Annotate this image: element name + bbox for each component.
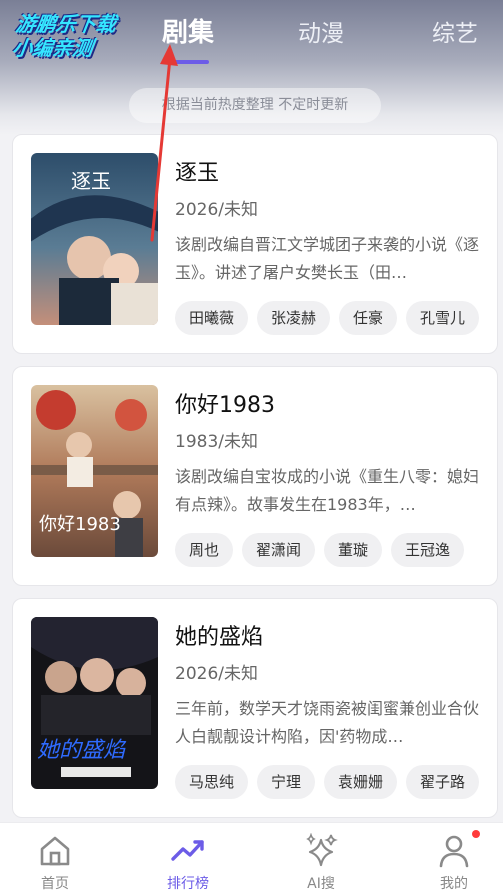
list-item[interactable]: 你好1983 你好1983 1983/未知 该剧改编自宝妆成的小说《重生八零：媳… [12, 366, 498, 586]
poster-image: 你好1983 [31, 385, 158, 557]
cast-chip[interactable]: 任豪 [339, 301, 398, 335]
cast-chip[interactable]: 周也 [175, 533, 234, 567]
cast-chip[interactable]: 张凌赫 [257, 301, 331, 335]
person-icon [439, 835, 469, 868]
list-item[interactable]: 她的盛焰 她的盛焰 2026/未知 三年前，数学天才饶雨瓷被闺蜜兼创业合伙人白靓… [12, 598, 498, 818]
cast-chip[interactable]: 孔雪儿 [406, 301, 480, 335]
item-year: 2026/未知 [175, 664, 258, 684]
tab-series[interactable]: 剧集 [162, 12, 214, 49]
cast-list: 马思纯 宁理 袁姗姗 翟子路 [175, 765, 497, 801]
tab-variety[interactable]: 综艺 [432, 14, 478, 48]
sparkle-icon [306, 833, 338, 867]
ranking-notice: 根据当前热度整理 不定时更新 [129, 88, 381, 123]
item-description: 该剧改编自晋江文学城团子来袭的小说《逐玉》。讲述了屠户女樊长玉（田… [175, 235, 480, 282]
home-icon [40, 836, 70, 866]
nav-home[interactable]: 首页 [15, 823, 95, 896]
category-tabs: 剧集 动漫 综艺 [0, 14, 503, 54]
nav-ai-search[interactable]: AI搜 [281, 823, 361, 896]
notification-dot [472, 830, 480, 838]
item-year: 2026/未知 [175, 200, 258, 220]
poster-title: 她的盛焰 [37, 738, 127, 763]
poster-image: 她的盛焰 [31, 617, 158, 789]
poster-image: 逐玉 [31, 153, 158, 325]
cast-chip[interactable]: 王冠逸 [391, 533, 465, 567]
cast-chip[interactable]: 田曦薇 [175, 301, 249, 335]
tab-anime[interactable]: 动漫 [298, 14, 344, 48]
item-title: 逐玉 [175, 161, 220, 186]
item-title: 她的盛焰 [175, 625, 264, 650]
item-year: 1983/未知 [175, 432, 258, 452]
cast-chip[interactable]: 马思纯 [175, 765, 249, 799]
poster-title: 你好1983 [39, 514, 121, 535]
item-description: 三年前，数学天才饶雨瓷被闺蜜兼创业合伙人白靓靓设计构陷，因'药物成… [175, 699, 480, 746]
trend-icon [171, 840, 204, 861]
cast-chip[interactable]: 董璇 [324, 533, 383, 567]
cast-chip[interactable]: 翟潇闻 [242, 533, 316, 567]
bottom-nav: 首页 排行榜 AI搜 我的 [0, 822, 503, 896]
cast-list: 田曦薇 张凌赫 任豪 孔雪儿 [175, 301, 497, 337]
cast-chip[interactable]: 翟子路 [406, 765, 480, 799]
list-item[interactable]: 逐玉 逐玉 2026/未知 该剧改编自晋江文学城团子来袭的小说《逐玉》。讲述了屠… [12, 134, 498, 354]
active-tab-indicator [169, 60, 209, 64]
nav-ranking[interactable]: 排行榜 [148, 823, 228, 896]
nav-profile[interactable]: 我的 [414, 823, 494, 896]
cast-chip[interactable]: 袁姗姗 [324, 765, 398, 799]
item-description: 该剧改编自宝妆成的小说《重生八零：媳妇有点辣》。故事发生在1983年，… [175, 467, 480, 514]
item-title: 你好1983 [175, 393, 275, 418]
cast-chip[interactable]: 宁理 [257, 765, 316, 799]
poster-title: 逐玉 [71, 169, 111, 193]
cast-list: 周也 翟潇闻 董璇 王冠逸 [175, 533, 497, 569]
